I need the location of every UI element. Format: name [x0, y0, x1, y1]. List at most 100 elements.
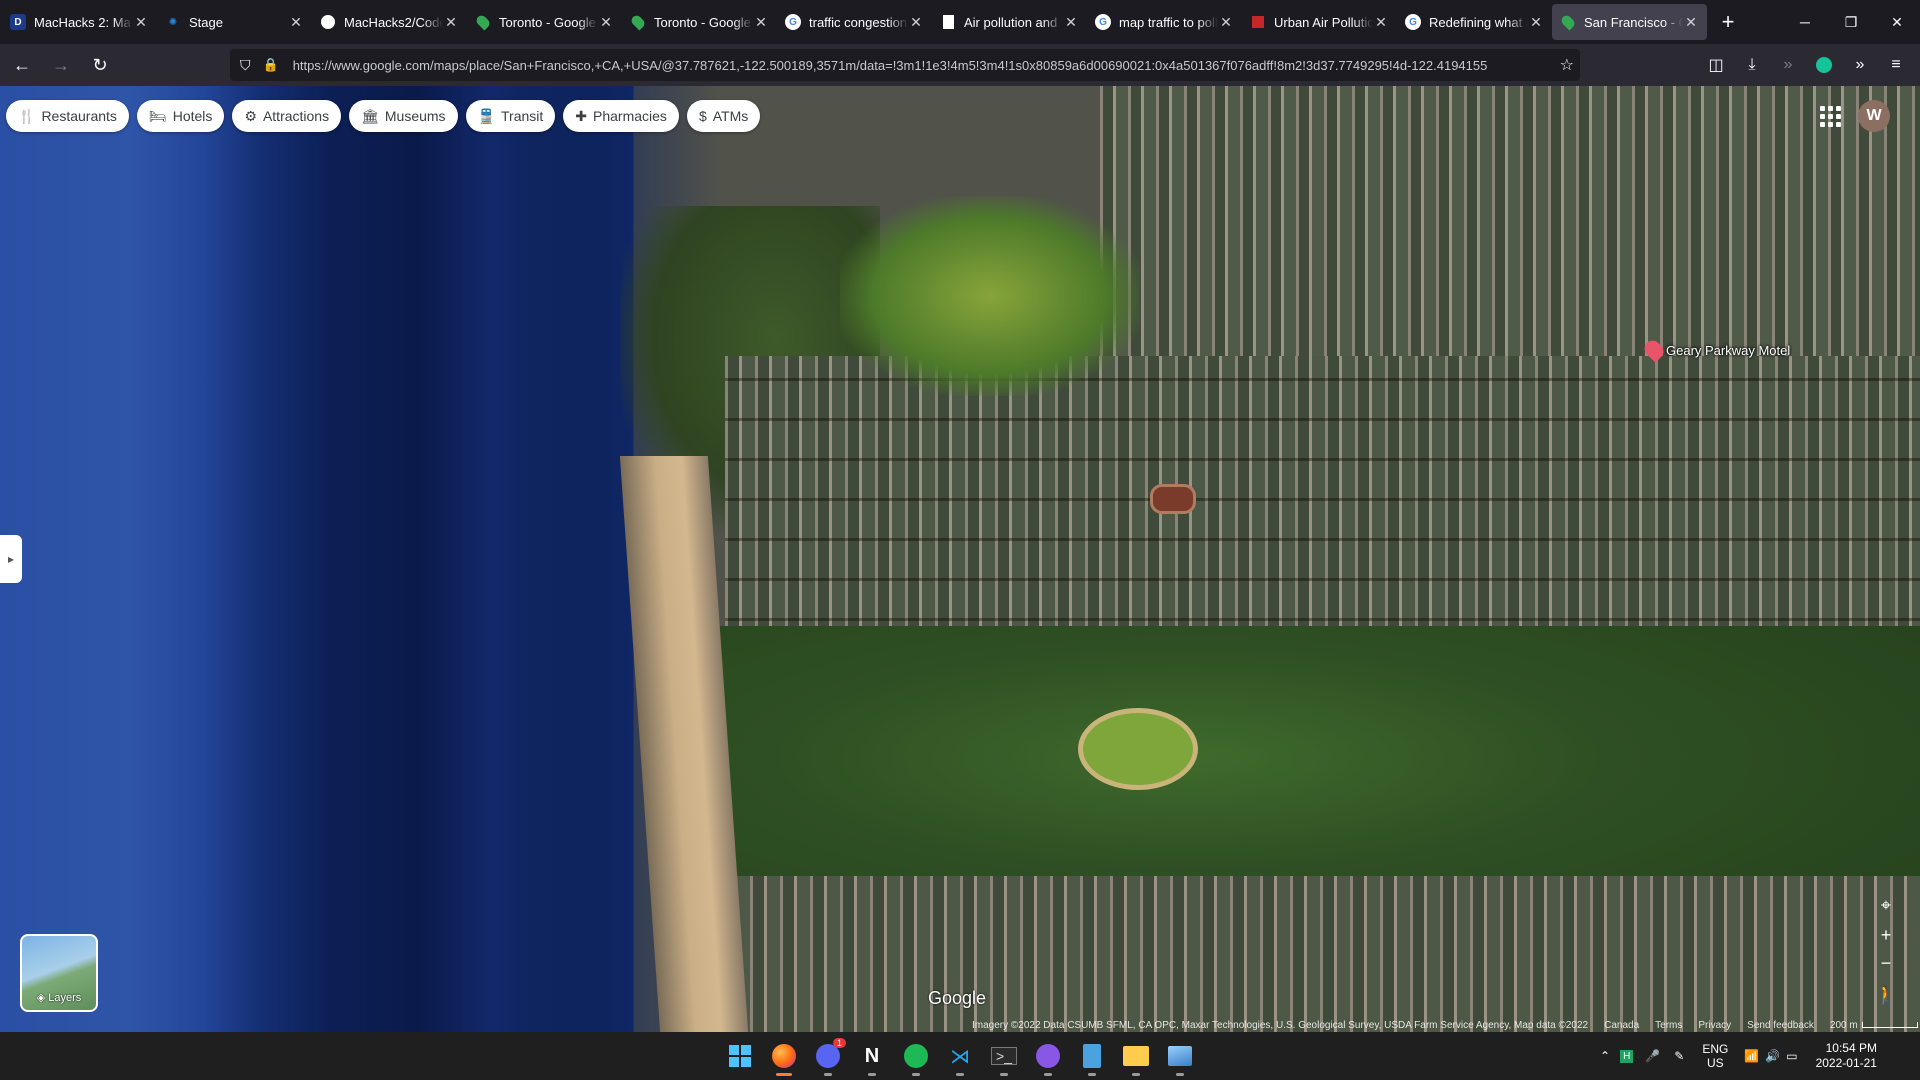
scale-bar[interactable]: 200 m [1830, 1020, 1918, 1031]
firefox-icon [772, 1044, 796, 1068]
windows-icon [729, 1045, 751, 1067]
account-avatar[interactable]: W [1858, 100, 1890, 132]
chip-museums[interactable]: 🏛 Museums [349, 100, 458, 132]
tab-8[interactable]: Gmap traffic to poll ✕ [1087, 4, 1242, 40]
chip-transit[interactable]: 🚆 Transit [465, 100, 556, 132]
volume-icon[interactable]: 🔊 [1765, 1049, 1780, 1063]
close-tab-icon[interactable]: ✕ [1218, 14, 1234, 31]
scale-label: 200 m [1829, 1019, 1858, 1031]
address-bar[interactable]: ⛉ 🔒 https://www.google.com/maps/place/Sa… [230, 49, 1580, 81]
restaurants-icon: 🍴 [18, 107, 36, 124]
firefox-app[interactable] [768, 1040, 800, 1076]
vscode-app[interactable]: ⋊ [944, 1040, 976, 1076]
atms-icon: $ [698, 108, 707, 124]
shield-icon[interactable]: ⛉ [240, 57, 251, 74]
terms-link[interactable]: Terms [1655, 1020, 1682, 1031]
tab-6[interactable]: Gtraffic congestion ✕ [777, 4, 932, 40]
overflow-chevron-icon[interactable]: » [1844, 49, 1876, 81]
my-location-button[interactable]: ⌖ [1872, 892, 1900, 918]
restore-button[interactable]: ❐ [1828, 0, 1874, 44]
photos-app[interactable] [1164, 1040, 1196, 1076]
extension-icon[interactable]: » [1772, 49, 1804, 81]
tab-3[interactable]: MacHacks2/Code ✕ [312, 4, 467, 40]
download-icon[interactable]: ⤓ [1736, 49, 1768, 81]
chip-label: Restaurants [41, 108, 117, 124]
terminal-app[interactable]: >_ [988, 1040, 1020, 1076]
tab-5[interactable]: Toronto - Google ✕ [622, 4, 777, 40]
tab-title: MacHacks2/Code [344, 14, 443, 30]
tab-11[interactable]: San Francisco - Go✕ [1552, 4, 1707, 40]
layers-icon: ◈ [36, 992, 46, 1004]
hotel-pin-icon[interactable] [1641, 337, 1667, 363]
new-tab-button[interactable]: + [1711, 5, 1745, 39]
tab-1[interactable]: D MacHacks 2: Ma ✕ [2, 4, 157, 40]
spotify-app[interactable] [900, 1040, 932, 1076]
notion-app[interactable]: N [856, 1040, 888, 1076]
minimize-button[interactable]: ─ [1782, 0, 1828, 44]
zoom-out-button[interactable]: − [1872, 950, 1900, 976]
pen-icon[interactable]: ✎ [1674, 1049, 1684, 1063]
close-tab-icon[interactable]: ✕ [598, 14, 614, 31]
start-button[interactable] [724, 1040, 756, 1072]
chip-pharmacies[interactable]: ✚ Pharmacies [563, 100, 679, 132]
url-text[interactable]: https://www.google.com/maps/place/San+Fr… [293, 58, 1552, 73]
send-feedback-link[interactable]: Send feedback [1747, 1020, 1814, 1031]
grammarly-icon[interactable] [1808, 49, 1840, 81]
city-blocks-south [720, 876, 1920, 1032]
tray-chevron-icon[interactable]: ⌃ [1600, 1049, 1610, 1063]
close-tab-icon[interactable]: ✕ [1373, 14, 1389, 31]
tab-4[interactable]: Toronto - Google ✕ [467, 4, 622, 40]
close-tab-icon[interactable]: ✕ [1683, 14, 1699, 31]
stadium-field [1150, 484, 1196, 514]
discord-app[interactable]: 1 [812, 1038, 846, 1076]
clock[interactable]: 10:54 PM 2022-01-21 [1816, 1041, 1877, 1071]
hangouts-icon[interactable]: H [1620, 1049, 1634, 1063]
pegman-button[interactable]: 🚶 [1872, 982, 1900, 1008]
chip-restaurants[interactable]: 🍴 Restaurants [6, 100, 129, 132]
close-tab-icon[interactable]: ✕ [908, 14, 924, 31]
close-tab-icon[interactable]: ✕ [1063, 14, 1079, 31]
language-indicator[interactable]: ENG US [1702, 1042, 1728, 1070]
site-favicon-icon: ✺ [168, 16, 178, 28]
google-apps-icon[interactable] [1818, 104, 1842, 128]
tab-7[interactable]: Air pollution and ✕ [932, 4, 1087, 40]
zoom-in-button[interactable]: + [1872, 922, 1900, 948]
tab-title: Air pollution and [964, 14, 1058, 30]
tab-title: map traffic to poll [1119, 14, 1218, 30]
github-desktop-app[interactable] [1032, 1040, 1064, 1076]
tab-10[interactable]: G Redefining what a ✕ [1397, 4, 1552, 40]
close-tab-icon[interactable]: ✕ [288, 14, 304, 31]
tab-9[interactable]: Urban Air Pollution ✕ [1242, 4, 1397, 40]
chip-label: Museums [384, 108, 446, 124]
close-window-button[interactable]: ✕ [1874, 0, 1920, 44]
battery-icon[interactable]: ▭ [1786, 1049, 1797, 1063]
chip-hotels[interactable]: 🛏 Hotels [136, 100, 225, 132]
region-link[interactable]: Canada [1604, 1020, 1639, 1031]
place-pin[interactable]: Geary Parkway Motel [1641, 337, 1790, 363]
place-pin-label[interactable]: Geary Parkway Motel [1666, 343, 1790, 358]
back-button[interactable]: ← [5, 49, 39, 81]
close-tab-icon[interactable]: ✕ [1528, 14, 1544, 31]
arrow-right-icon: → [52, 54, 70, 75]
chip-atms[interactable]: $ ATMs [686, 100, 761, 132]
chip-attractions[interactable]: ⚙ Attractions [232, 100, 342, 132]
privacy-link[interactable]: Privacy [1698, 1020, 1731, 1031]
microphone-icon[interactable]: 🎤 [1645, 1049, 1660, 1063]
close-tab-icon[interactable]: ✕ [753, 14, 769, 31]
bookmark-star-icon[interactable]: ☆ [1560, 55, 1574, 75]
pocket-icon[interactable]: ◫ [1700, 49, 1732, 81]
close-tab-icon[interactable]: ✕ [133, 14, 149, 31]
lock-icon[interactable]: 🔒 [263, 57, 279, 73]
forward-button[interactable]: → [44, 49, 78, 81]
file-explorer-app[interactable] [1120, 1040, 1152, 1076]
layers-button[interactable]: ◈ Layers [20, 934, 98, 1012]
reload-button[interactable]: ↻ [83, 49, 117, 81]
menu-icon[interactable]: ≡ [1880, 49, 1912, 81]
wifi-icon[interactable]: 📶 [1744, 1049, 1759, 1063]
close-tab-icon[interactable]: ✕ [443, 14, 459, 31]
tab-2[interactable]: ✺ Stage ✕ [157, 4, 312, 40]
satellite-map[interactable] [0, 86, 1920, 1032]
notepad-app[interactable] [1076, 1040, 1108, 1076]
crosshair-icon: ⌖ [1880, 894, 1892, 915]
expand-side-panel-button[interactable]: ▸ [0, 535, 22, 583]
